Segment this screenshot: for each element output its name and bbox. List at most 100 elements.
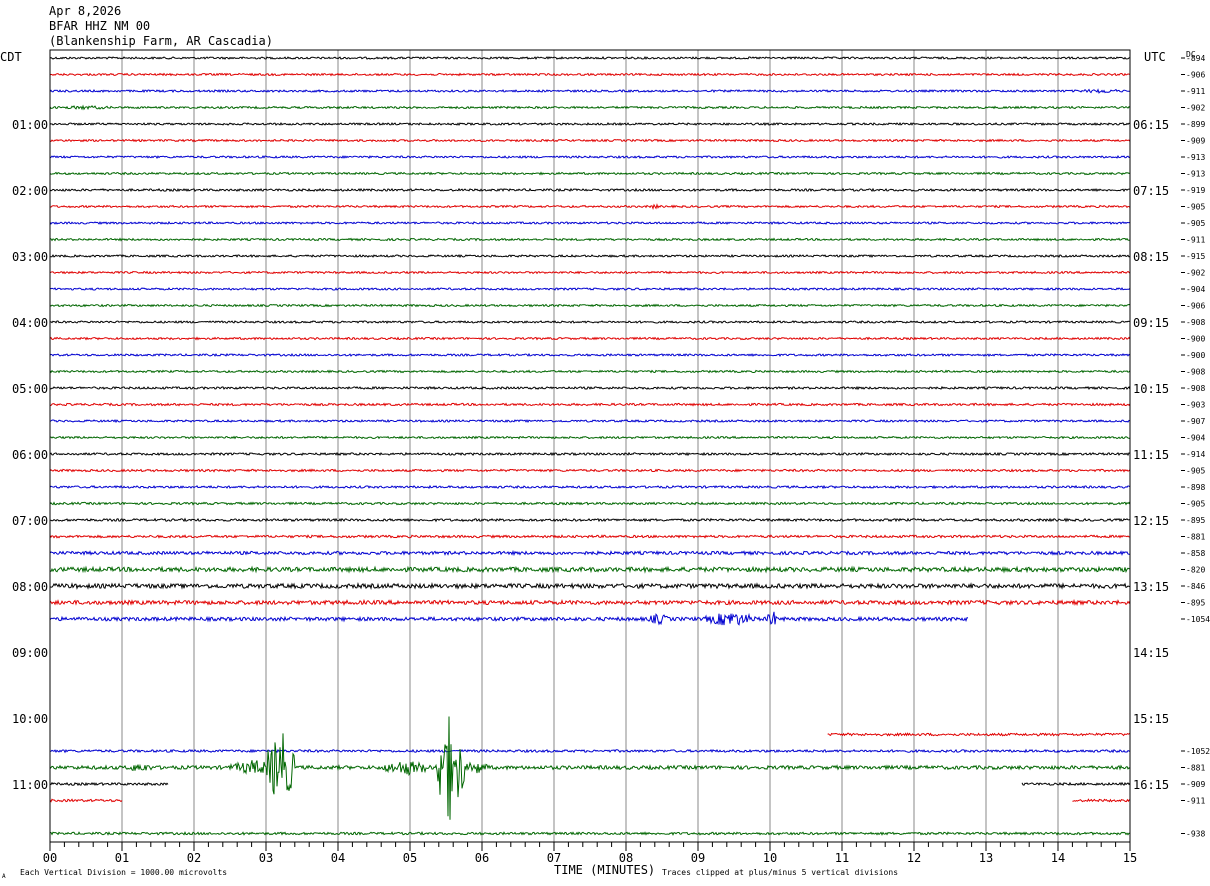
trace-line	[49, 435, 1131, 440]
scale-note: Each Vertical Division = 1000.00 microvo…	[20, 868, 227, 877]
right-hour-label: 09:15	[1133, 316, 1169, 330]
dc-offset-label: -1052	[1186, 747, 1210, 756]
dc-offset-label: -900	[1186, 351, 1205, 360]
trace-line	[49, 781, 169, 787]
trace-line	[49, 517, 1131, 523]
trace-line	[49, 171, 1131, 176]
dc-offset-label: -858	[1186, 549, 1205, 558]
trace-line	[49, 303, 1131, 308]
left-hour-label: 07:00	[12, 514, 48, 528]
left-hour-label: 09:00	[12, 646, 48, 660]
dc-offset-label: -904	[1186, 285, 1205, 294]
right-hour-label: 14:15	[1133, 646, 1169, 660]
dc-offset-label: -881	[1186, 533, 1205, 542]
dc-offset-label: -919	[1186, 186, 1205, 195]
trace-line	[1072, 798, 1130, 803]
dc-offset-label: -908	[1186, 318, 1205, 327]
dc-offset-label: -911	[1186, 87, 1205, 96]
dc-offset-label: -911	[1186, 797, 1205, 806]
dc-offset-label: -898	[1186, 483, 1205, 492]
right-hour-label: 11:15	[1133, 448, 1169, 462]
x-tick-label: 09	[691, 851, 705, 865]
x-tick-label: 12	[907, 851, 921, 865]
trace-line	[49, 336, 1131, 341]
dc-offset-label: -895	[1186, 516, 1205, 525]
plot-border	[49, 49, 1131, 843]
dc-offset-label: -904	[1186, 434, 1205, 443]
right-hour-label: 07:15	[1133, 184, 1169, 198]
dc-offset-label: -905	[1186, 467, 1205, 476]
trace-line	[49, 287, 1131, 292]
dc-offset-label: -902	[1186, 104, 1205, 113]
trace-line	[49, 418, 1131, 424]
x-tick-label: 13	[979, 851, 993, 865]
right-hour-label: 08:15	[1133, 250, 1169, 264]
trace-line	[49, 187, 1130, 193]
dc-offset-label: -908	[1186, 384, 1205, 393]
x-tick-label: 08	[619, 851, 633, 865]
trace-line	[49, 138, 1131, 143]
dc-offset-label: -906	[1186, 302, 1205, 311]
time-gridlines	[121, 50, 1059, 842]
seismic-traces	[49, 55, 1131, 836]
x-tick-label: 14	[1051, 851, 1065, 865]
helicorder-chart: CDT UTC DC TIME (MINUTES) Each Vertical …	[0, 49, 1210, 880]
trace-line	[49, 534, 1131, 539]
dc-offset-label: -905	[1186, 500, 1205, 509]
left-hour-label: 04:00	[12, 316, 48, 330]
dc-offset-label: -909	[1186, 780, 1205, 789]
dc-offset-label: -909	[1186, 137, 1205, 146]
plot-frame	[49, 49, 1131, 851]
trace-line	[49, 237, 1131, 242]
dc-offset-label: -903	[1186, 401, 1205, 410]
dc-offset-label: -914	[1186, 450, 1205, 459]
left-hour-label: 05:00	[12, 382, 48, 396]
trace-line	[1021, 781, 1131, 787]
x-tick-label: 10	[763, 851, 777, 865]
x-axis-label: TIME (MINUTES)	[554, 863, 655, 877]
corner-mark: A	[2, 873, 6, 880]
dc-offset-label: -913	[1186, 170, 1205, 179]
left-axis-label: CDT	[0, 50, 22, 64]
dc-offset-label: -846	[1186, 582, 1205, 591]
dc-offset-label: -915	[1186, 252, 1205, 261]
dc-offset-label: -911	[1186, 236, 1205, 245]
x-tick-label: 05	[403, 851, 417, 865]
dc-offset-label: -906	[1186, 71, 1205, 80]
trace-line	[49, 154, 1131, 159]
dc-offset-label: -820	[1186, 566, 1205, 575]
right-hour-label: 12:15	[1133, 514, 1169, 528]
left-hour-label: 11:00	[12, 778, 48, 792]
dc-offset-label: -905	[1186, 219, 1205, 228]
trace-line	[49, 484, 1131, 490]
trace-line	[49, 55, 1131, 60]
left-hour-label: 02:00	[12, 184, 48, 198]
x-tick-label: 11	[835, 851, 849, 865]
dc-offset-label: -913	[1186, 153, 1205, 162]
left-hour-label: 01:00	[12, 118, 48, 132]
x-tick-label: 07	[547, 851, 561, 865]
trace-line	[50, 253, 1131, 259]
trace-line	[49, 716, 1131, 820]
left-hour-label: 03:00	[12, 250, 48, 264]
trace-line	[49, 352, 1131, 358]
left-hour-label: 06:00	[12, 448, 48, 462]
trace-line	[49, 369, 1131, 374]
dc-offset-label: -902	[1186, 269, 1205, 278]
trace-line	[49, 549, 1130, 557]
x-tick-label: 03	[259, 851, 273, 865]
trace-line	[50, 748, 1131, 754]
trace-line	[49, 221, 1131, 225]
trace-line	[49, 72, 1131, 77]
trace-line	[49, 598, 1131, 607]
dc-offset-label: -908	[1186, 368, 1205, 377]
x-tick-label: 15	[1123, 851, 1137, 865]
trace-line	[49, 104, 1131, 111]
dc-offset-label: -894	[1186, 54, 1205, 63]
x-tick-label: 06	[475, 851, 489, 865]
dc-offset-label: -905	[1186, 203, 1205, 212]
right-axis-label: UTC	[1144, 50, 1166, 64]
dc-offset-label: -938	[1186, 830, 1205, 839]
trace-line	[49, 270, 1131, 275]
right-hour-label: 15:15	[1133, 712, 1169, 726]
